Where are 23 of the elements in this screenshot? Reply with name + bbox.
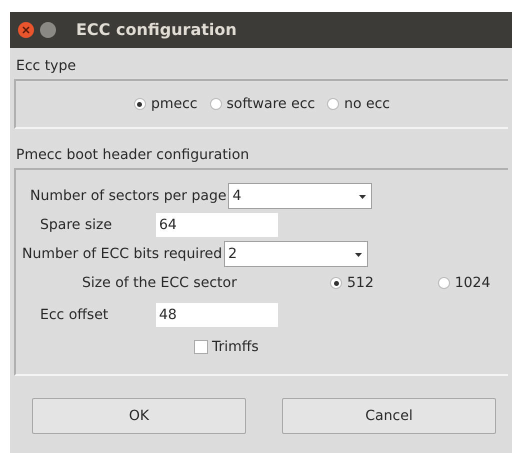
checkbox-label: Trimffs [212,338,259,356]
radio-button[interactable]: pmecc [134,94,198,114]
dialog-button[interactable]: Cancel [282,398,496,434]
field-label: Spare size [40,216,114,234]
dropdown[interactable]: 4 [228,183,372,209]
radio-button[interactable]: 512 [330,272,374,294]
field-label: Ecc offset [40,306,110,324]
input-field[interactable]: 48 [156,303,278,327]
radio-button[interactable]: 1024 [438,272,490,294]
minimize-icon[interactable] [40,22,56,38]
radio-button[interactable]: software ecc [210,94,316,114]
checkbox[interactable] [194,340,208,354]
close-icon[interactable] [18,22,34,38]
window-title: ECC configuration [76,19,237,41]
field-label: Number of ECC bits required [22,244,222,264]
dialog-button[interactable]: OK [32,398,246,434]
field-label: Number of sectors per page [30,186,226,206]
field-label: Size of the ECC sector [82,274,238,292]
dropdown[interactable]: 2 [224,241,368,267]
group-label: Pmecc boot header configuration [16,147,250,163]
group-label: Ecc type [16,58,76,74]
radio-button[interactable]: no ecc [327,94,390,114]
input-field[interactable]: 64 [156,213,278,237]
